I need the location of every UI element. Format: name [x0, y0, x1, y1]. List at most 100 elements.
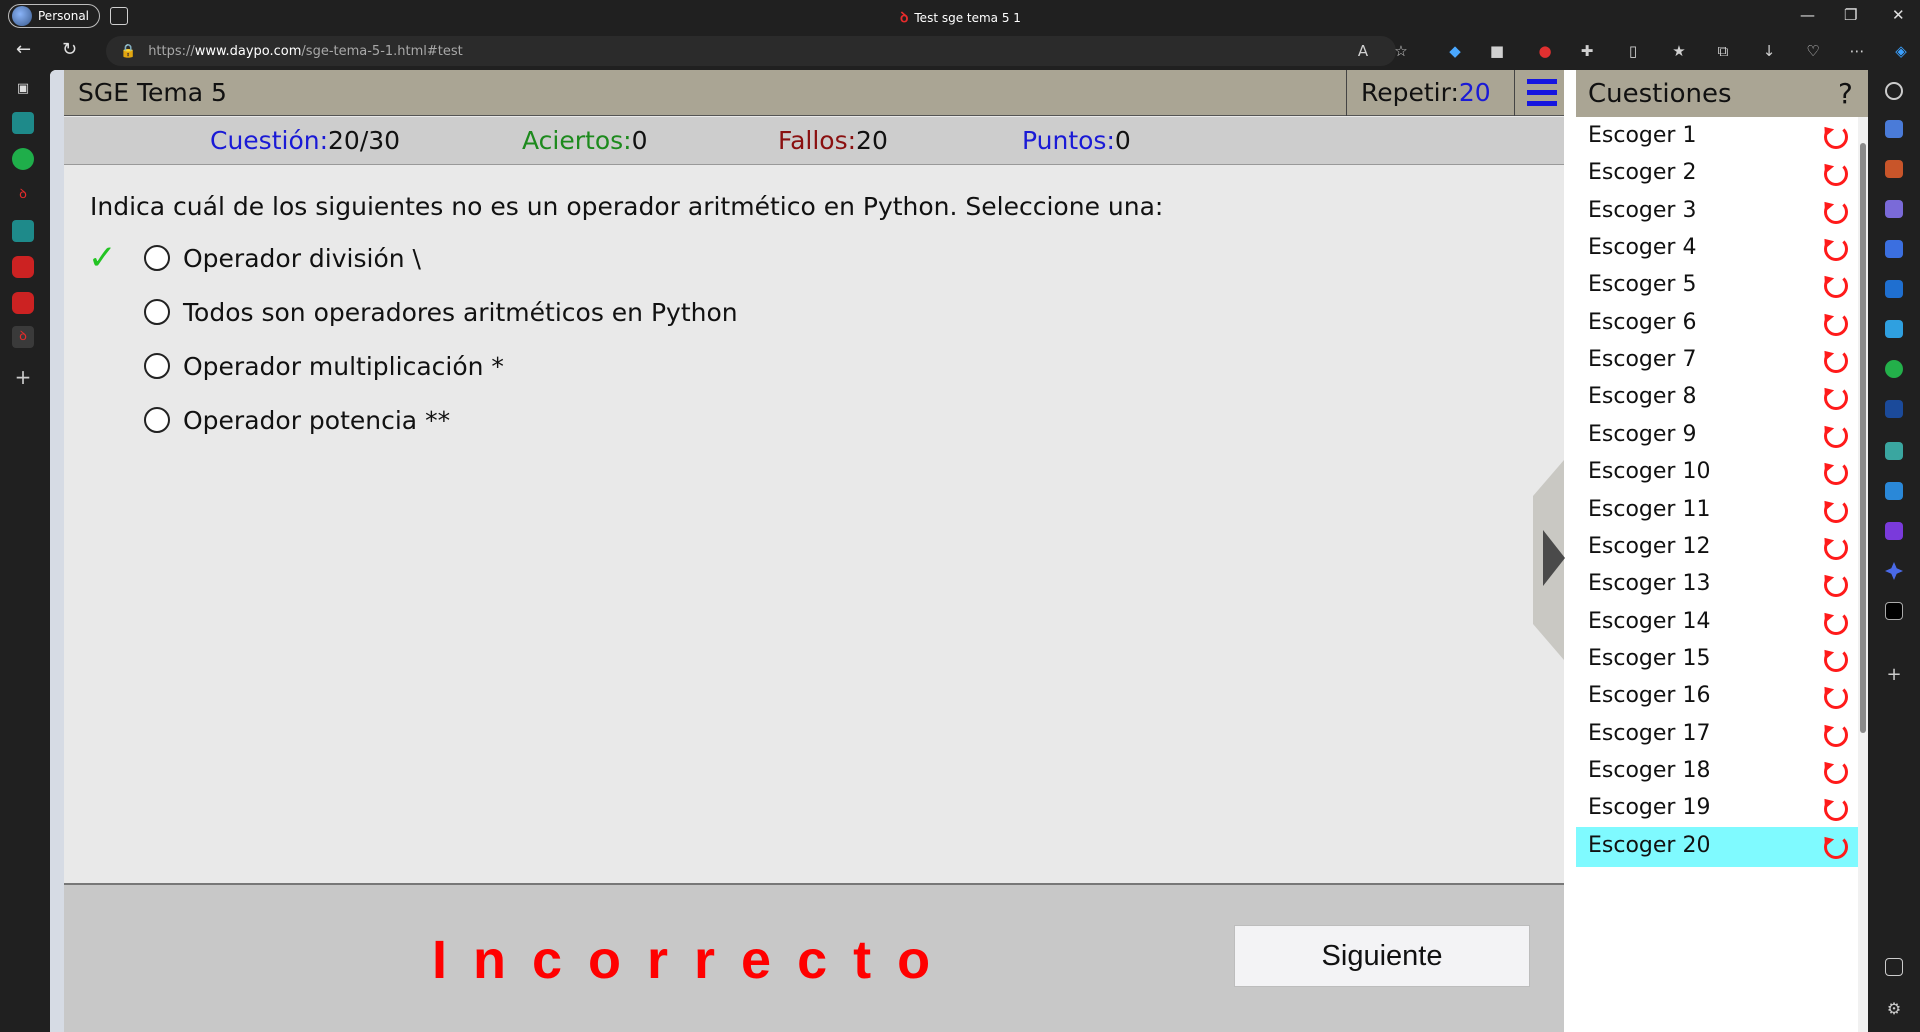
question-list-item[interactable]: Escoger 11 — [1576, 491, 1858, 531]
send-icon[interactable] — [1885, 320, 1903, 338]
question-list-item[interactable]: Escoger 9 — [1576, 416, 1858, 456]
question-list-item[interactable]: Escoger 13 — [1576, 565, 1858, 605]
edge-drop-icon[interactable] — [1885, 240, 1903, 258]
workspaces-icon[interactable] — [110, 7, 128, 25]
question-list-item[interactable]: Escoger 2 — [1576, 154, 1858, 194]
copilot-icon[interactable]: ◈ — [1892, 42, 1910, 60]
menu-bar-icon — [1527, 101, 1557, 106]
collections-icon[interactable]: ⧉ — [1714, 42, 1732, 60]
performance-heart-icon[interactable]: ♡ — [1804, 42, 1822, 60]
answer-option[interactable]: Todos son operadores aritméticos en Pyth… — [144, 295, 738, 329]
questions-panel-title: Cuestiones — [1588, 79, 1732, 109]
question-list-item[interactable]: Escoger 7 — [1576, 341, 1858, 381]
question-list-item-label: Escoger 3 — [1588, 198, 1697, 223]
favorite-star-icon[interactable]: ☆ — [1392, 42, 1410, 60]
vertical-tab-4[interactable] — [12, 220, 34, 242]
site-info-icon[interactable]: 🔒 — [120, 44, 136, 59]
question-list-item[interactable]: Escoger 14 — [1576, 603, 1858, 643]
discord-icon[interactable] — [1885, 522, 1903, 540]
radio-button[interactable] — [144, 299, 170, 325]
question-list-item-label: Escoger 5 — [1588, 272, 1697, 297]
stat-question-label: Cuestión: — [210, 126, 329, 155]
help-button[interactable]: ? — [1838, 77, 1853, 110]
collapse-panel-button[interactable] — [1533, 460, 1565, 660]
favorites-icon[interactable]: ★ — [1670, 42, 1688, 60]
retry-icon — [1824, 461, 1848, 485]
retry-icon — [1824, 499, 1848, 523]
tab-actions-icon[interactable]: ▣ — [12, 78, 34, 100]
restore-button[interactable]: ❐ — [1844, 6, 1857, 24]
read-aloud-icon[interactable]: A — [1354, 42, 1372, 60]
question-list-item[interactable]: Escoger 17 — [1576, 715, 1858, 755]
minimize-button[interactable]: — — [1800, 6, 1815, 24]
split-screen-icon[interactable]: ▯ — [1624, 42, 1642, 60]
camera-extension-icon[interactable]: ■ — [1488, 42, 1506, 60]
question-list-item[interactable]: Escoger 19 — [1576, 789, 1858, 829]
more-menu-icon[interactable]: ⋯ — [1848, 42, 1866, 60]
close-window-button[interactable]: ✕ — [1892, 6, 1905, 24]
question-list-item[interactable]: Escoger 5 — [1576, 266, 1858, 306]
search-icon[interactable] — [1885, 82, 1903, 100]
address-bar[interactable]: 🔒 https://www.daypo.com/sge-tema-5-1.htm… — [106, 36, 1396, 66]
add-sidebar-app-icon[interactable]: + — [1885, 666, 1903, 684]
quiz-header: SGE Tema 5 Repetir:20 — [64, 70, 1564, 116]
retry-icon — [1824, 274, 1848, 298]
radio-button[interactable] — [144, 353, 170, 379]
extensions-puzzle-icon[interactable]: ✚ — [1578, 42, 1596, 60]
question-list-item[interactable]: Escoger 15 — [1576, 640, 1858, 680]
whatsapp-icon[interactable] — [1885, 360, 1903, 378]
quiz-area: SGE Tema 5 Repetir:20 Cuestión:20/30 Aci… — [64, 70, 1565, 1032]
chatgpt-icon[interactable] — [1885, 442, 1903, 460]
profile-label: Personal — [38, 9, 90, 23]
question-list-item[interactable]: Escoger 20 — [1576, 827, 1858, 867]
new-tab-icon[interactable]: + — [12, 366, 34, 388]
retry-icon — [1824, 386, 1848, 410]
app-icon[interactable] — [1885, 602, 1903, 620]
question-list-item[interactable]: Escoger 8 — [1576, 378, 1858, 418]
questions-scrollbar[interactable] — [1858, 117, 1868, 1032]
back-button[interactable]: ← — [16, 40, 31, 60]
radio-button[interactable] — [144, 245, 170, 271]
extension-diamond-icon[interactable]: ◆ — [1446, 42, 1464, 60]
youtube-tab-icon[interactable] — [12, 256, 34, 278]
reload-button[interactable]: ↻ — [62, 40, 77, 60]
answer-option-label: Operador división \ — [183, 243, 421, 273]
cube-icon[interactable] — [1885, 400, 1903, 418]
question-list-item-label: Escoger 9 — [1588, 422, 1697, 447]
retry-icon — [1824, 611, 1848, 635]
vertical-tab-1[interactable] — [12, 112, 34, 134]
question-list-item[interactable]: Escoger 6 — [1576, 304, 1858, 344]
daypo-tab-icon[interactable]: ꝺ — [12, 184, 34, 206]
answer-option[interactable]: Operador división \ — [144, 241, 421, 275]
ublock-extension-icon[interactable]: ● — [1536, 42, 1554, 60]
profile-button[interactable]: Personal — [8, 4, 101, 28]
people-icon[interactable] — [1885, 200, 1903, 218]
settings-gear-icon[interactable]: ⚙ — [1885, 1000, 1903, 1018]
question-list-item[interactable]: Escoger 10 — [1576, 453, 1858, 493]
tag-icon[interactable] — [1885, 120, 1903, 138]
hide-sidebar-icon[interactable] — [1885, 958, 1903, 976]
question-list-item[interactable]: Escoger 4 — [1576, 229, 1858, 269]
answer-option[interactable]: Operador potencia ** — [144, 403, 450, 437]
scrollbar-thumb[interactable] — [1860, 143, 1866, 733]
hamburger-menu-button[interactable] — [1514, 70, 1564, 116]
question-list-item-label: Escoger 20 — [1588, 833, 1711, 858]
gemini-icon[interactable] — [1885, 562, 1903, 580]
question-list-item[interactable]: Escoger 12 — [1576, 528, 1858, 568]
whatsapp-tab-icon[interactable] — [12, 148, 34, 170]
url-prefix: https:// — [148, 43, 195, 59]
answer-option[interactable]: Operador multiplicación * — [144, 349, 504, 383]
repeat-counter[interactable]: Repetir:20 — [1346, 70, 1514, 116]
question-list-item[interactable]: Escoger 16 — [1576, 677, 1858, 717]
question-list-item[interactable]: Escoger 18 — [1576, 752, 1858, 792]
telegram-icon[interactable] — [1885, 482, 1903, 500]
daypo-active-tab-icon[interactable]: ꝺ — [12, 326, 34, 348]
downloads-icon[interactable]: ↓ — [1760, 42, 1778, 60]
outlook-icon[interactable] — [1885, 280, 1903, 298]
radio-button[interactable] — [144, 407, 170, 433]
tools-icon[interactable] — [1885, 160, 1903, 178]
next-button[interactable]: Siguiente — [1234, 925, 1530, 987]
youtube-tab-icon-2[interactable] — [12, 292, 34, 314]
question-list-item[interactable]: Escoger 1 — [1576, 117, 1858, 157]
question-list-item[interactable]: Escoger 3 — [1576, 192, 1858, 232]
